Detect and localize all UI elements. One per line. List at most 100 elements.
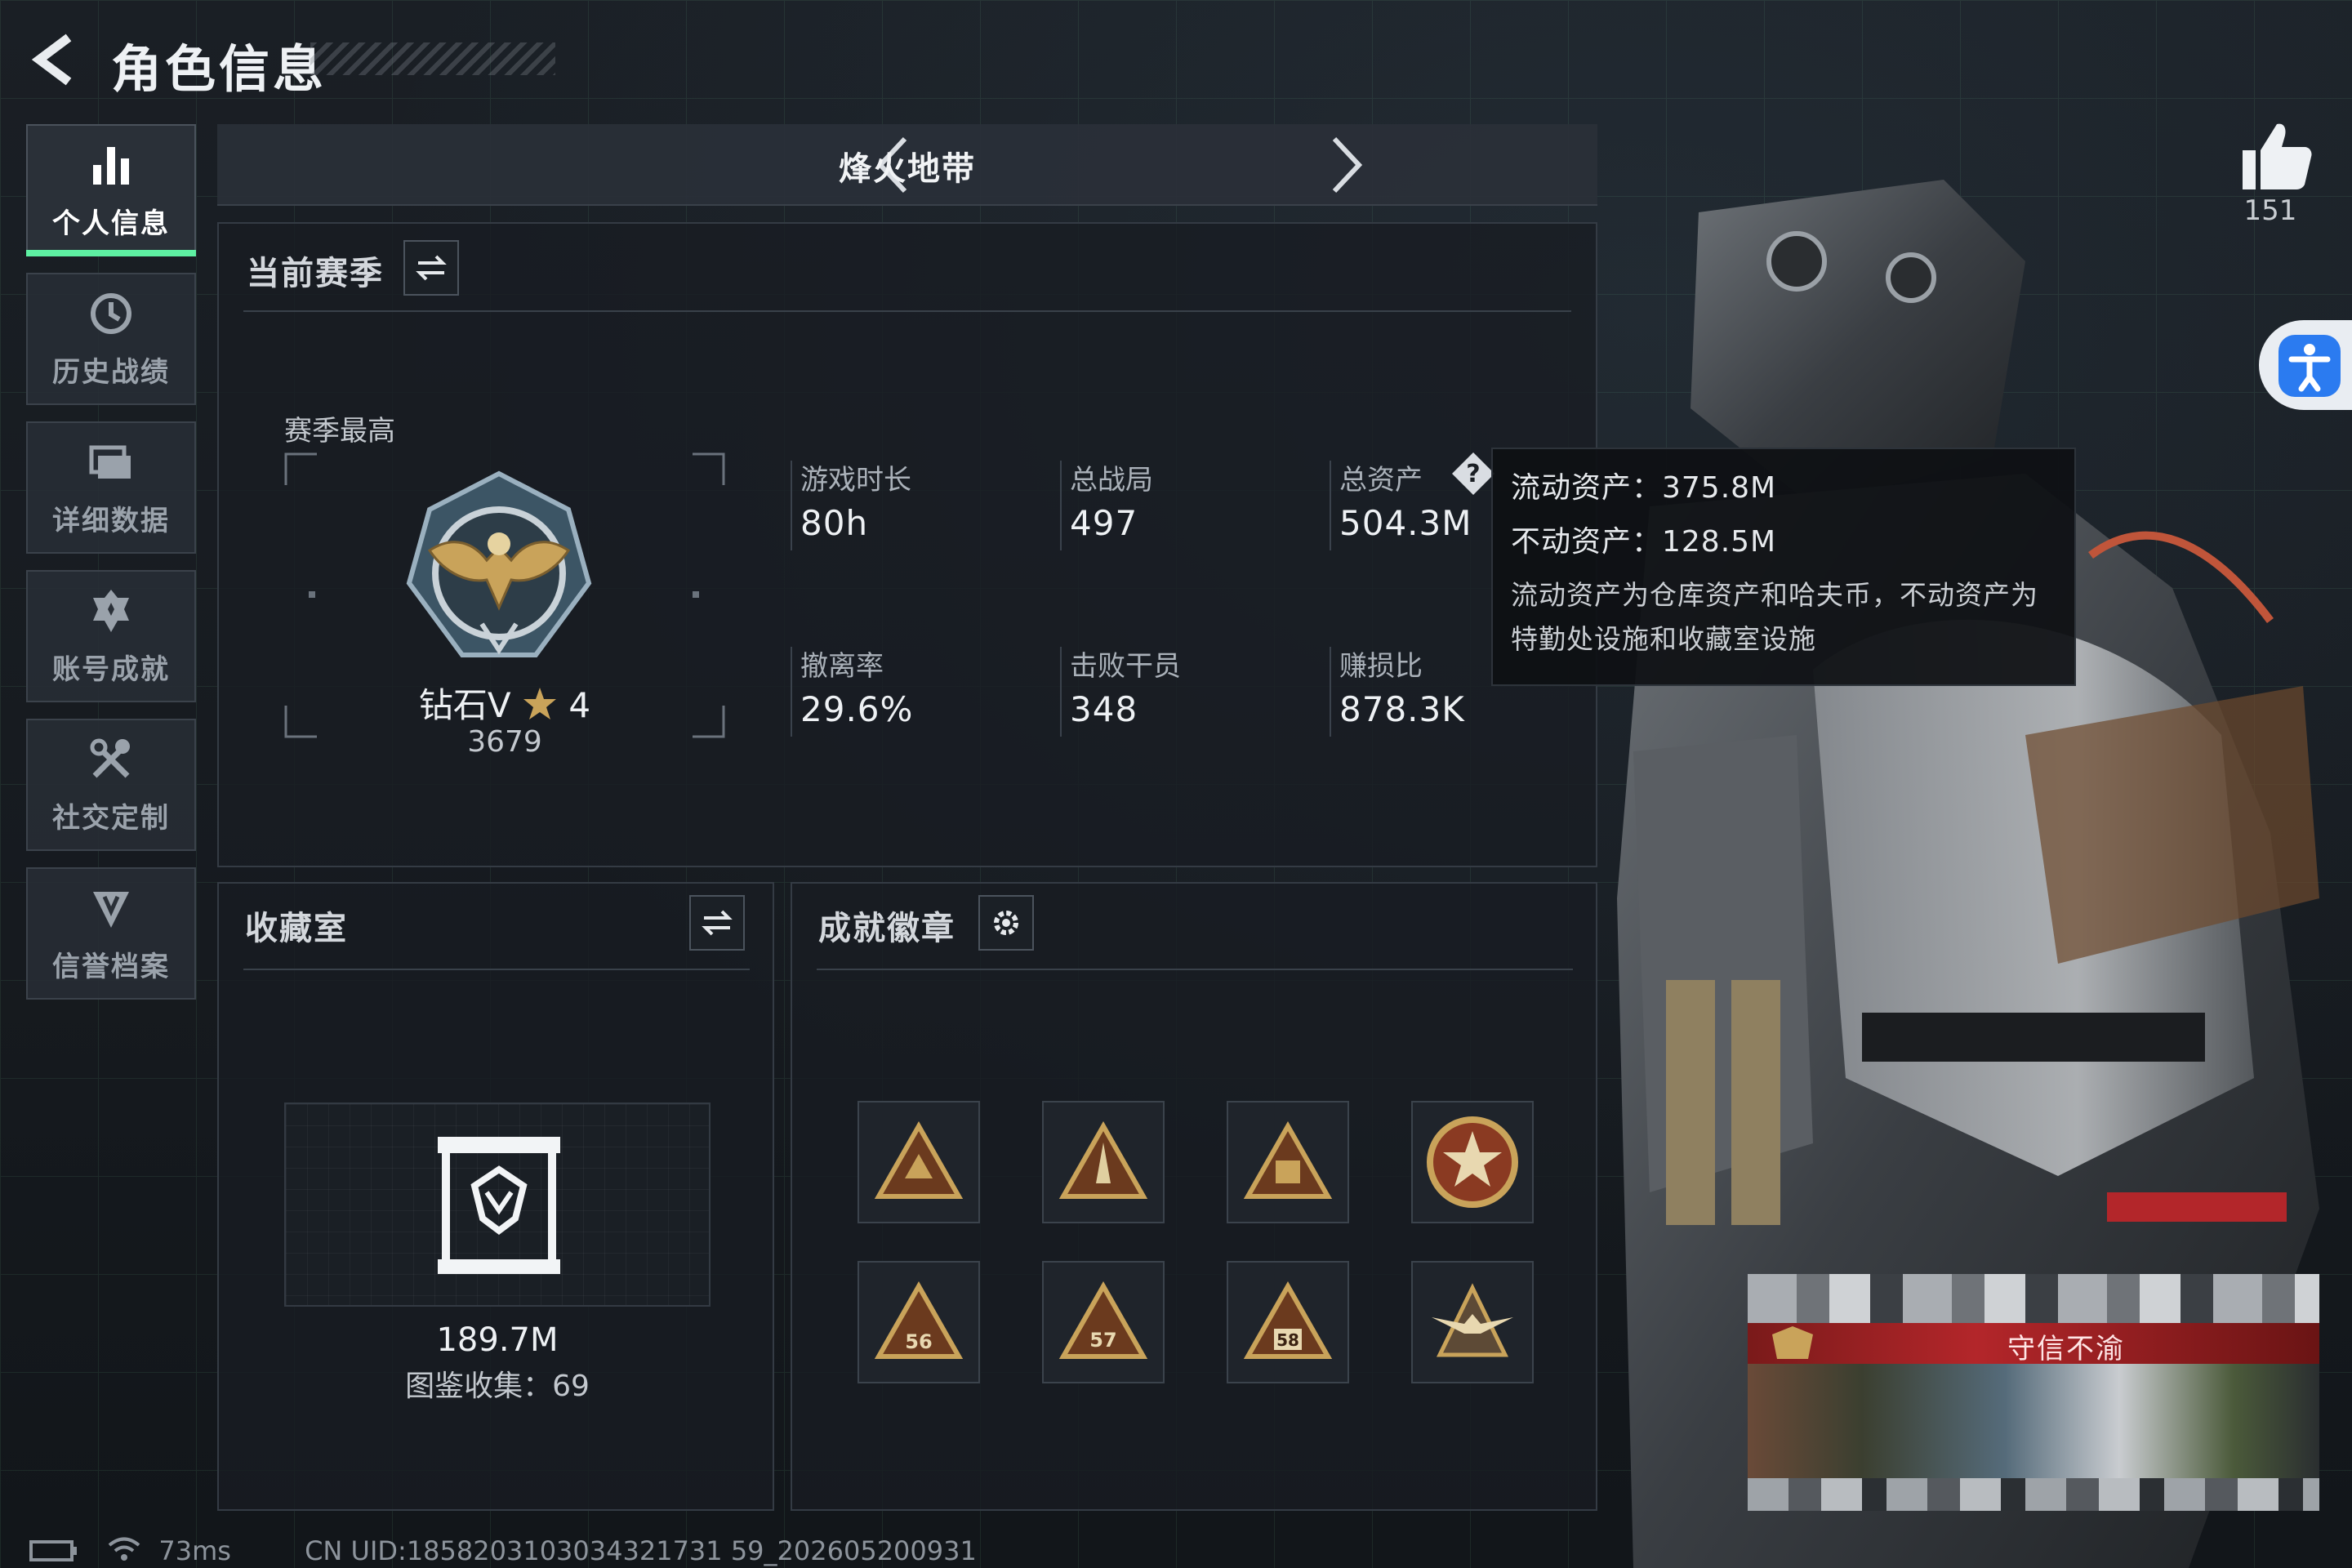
sidebar-item-credit-record[interactable]: 信誉档案 — [26, 867, 196, 1000]
tooltip-description: 流动资产为仓库资产和哈夫币，不动资产为特勤处设施和收藏室设施 — [1511, 579, 2038, 655]
rank-info: 钻石V 4 — [390, 678, 619, 728]
back-arrow-icon[interactable] — [28, 31, 85, 88]
ping: 73ms — [158, 1535, 231, 1566]
collection-count: 图鉴收集：69 — [405, 1370, 590, 1403]
svg-text:?: ? — [1466, 460, 1480, 488]
swap-icon — [702, 910, 733, 936]
stat-value-profit-ratio: 878.3K — [1339, 689, 1465, 729]
triangle-56-badge-icon: 56 — [874, 1281, 964, 1359]
sidebar-item-label: 社交定制 — [52, 801, 170, 835]
stat-label-profit-ratio: 赚损比 — [1339, 650, 1423, 683]
robot-badge-icon — [1243, 1121, 1333, 1199]
stat-value-playtime: 80h — [800, 503, 869, 543]
stat-divider — [1330, 647, 1331, 737]
stat-divider — [1330, 461, 1331, 550]
player-card[interactable]: 守信不渝 — [1748, 1274, 2319, 1519]
swap-collection-button[interactable] — [689, 895, 745, 951]
achievement-star-icon — [93, 589, 129, 632]
stat-label-extract-rate: 撤离率 — [800, 650, 884, 683]
badge-number: 57 — [1089, 1329, 1116, 1352]
wifi-icon — [108, 1537, 140, 1561]
rocket-badge-icon — [1058, 1121, 1148, 1199]
stat-value-extract-rate: 29.6% — [800, 689, 914, 729]
collection-value: 189.7M — [436, 1321, 559, 1359]
sidebar: 个人信息 历史战绩 详细数据 账号成就 社交定制 信誉档案 — [26, 124, 196, 1016]
season-panel-title: 当前赛季 — [247, 255, 384, 292]
badge-number: 56 — [905, 1330, 932, 1353]
swap-icon — [416, 255, 447, 281]
star-medal-icon — [1427, 1116, 1518, 1208]
achievements-panel: 成就徽章 56 57 58 — [791, 882, 1597, 1511]
status-bar: 73ms CN UID:1858203103034321731 59_20260… — [29, 1535, 977, 1566]
title-decoration — [310, 42, 555, 75]
badge-number: 58 — [1276, 1330, 1299, 1350]
divider — [243, 969, 750, 970]
sidebar-item-achievements[interactable]: 账号成就 — [26, 570, 196, 702]
star-icon — [523, 688, 556, 719]
sidebar-item-label: 信誉档案 — [52, 950, 170, 983]
divider — [243, 310, 1571, 312]
tools-icon — [90, 738, 130, 777]
sidebar-item-social-custom[interactable]: 社交定制 — [26, 719, 196, 851]
sidebar-item-personal-info[interactable]: 个人信息 — [26, 124, 196, 256]
achievement-badge[interactable]: 57 — [1042, 1261, 1165, 1383]
stat-divider — [1060, 461, 1062, 550]
sidebar-item-label: 个人信息 — [52, 207, 170, 240]
accessibility-icon — [2278, 335, 2341, 397]
stat-value-total-matches: 497 — [1070, 503, 1138, 543]
rank-name: 钻石V — [418, 685, 511, 725]
stat-value-kills: 348 — [1070, 689, 1138, 729]
mode-title: 烽火地带 — [839, 150, 976, 188]
sidebar-item-history[interactable]: 历史战绩 — [26, 273, 196, 405]
assets-tooltip: 流动资产：375.8M 不动资产：128.5M 流动资产为仓库资产和哈夫币，不动… — [1491, 448, 2076, 686]
card-emblem-icon — [1772, 1326, 1813, 1359]
collection-preview[interactable] — [284, 1102, 710, 1307]
rank-emblem-icon — [406, 470, 592, 657]
battery-icon — [29, 1540, 77, 1561]
sidebar-item-label: 详细数据 — [52, 504, 170, 537]
shield-icon — [93, 891, 129, 928]
sidebar-item-label: 历史战绩 — [52, 355, 170, 389]
swap-season-button[interactable] — [403, 240, 459, 296]
folder-icon — [89, 445, 131, 479]
achievement-badge[interactable]: 58 — [1227, 1261, 1349, 1383]
achievement-badge[interactable] — [1042, 1101, 1165, 1223]
stat-value-total-assets: 504.3M — [1339, 503, 1472, 543]
gear-icon — [994, 911, 1018, 935]
triangle-badge-icon — [874, 1121, 964, 1199]
card-illustration — [1748, 1364, 2319, 1478]
stat-label-kills: 击败干员 — [1070, 650, 1181, 683]
collection-panel: 收藏室 189.7M 图鉴收集：69 — [217, 882, 774, 1511]
divider — [817, 969, 1573, 970]
history-clock-icon — [91, 292, 131, 334]
triangle-57-badge-icon: 57 — [1058, 1281, 1148, 1359]
chevron-right-icon[interactable] — [1312, 131, 1377, 199]
thumbs-up-icon[interactable] — [2234, 114, 2316, 196]
help-icon[interactable]: ? — [1450, 451, 1496, 497]
achievement-badge[interactable] — [1411, 1101, 1534, 1223]
card-name: 守信不渝 — [2007, 1333, 2125, 1365]
stat-label-total-assets: 总资产 — [1339, 464, 1423, 497]
stat-label-playtime: 游戏时长 — [800, 464, 911, 497]
mode-selector: 烽火地带 — [217, 124, 1597, 206]
stat-divider — [791, 647, 792, 737]
accessibility-button[interactable] — [2259, 320, 2352, 410]
achievement-badge[interactable]: 56 — [858, 1261, 980, 1383]
achievement-badge[interactable] — [858, 1101, 980, 1223]
like-count: 151 — [2243, 194, 2297, 227]
achievements-settings-button[interactable] — [978, 895, 1034, 951]
achievement-badge[interactable] — [1411, 1261, 1534, 1383]
display-case-icon — [438, 1137, 560, 1274]
stat-divider — [791, 461, 792, 550]
card-footer-blur — [1748, 1478, 2319, 1511]
collection-title: 收藏室 — [245, 910, 348, 947]
winged-badge-icon — [1432, 1283, 1513, 1357]
rank-stars: 4 — [568, 685, 591, 725]
triangle-58-badge-icon: 58 — [1243, 1281, 1333, 1359]
season-best-label: 赛季最高 — [284, 415, 395, 448]
user-uid: CN UID:1858203103034321731 59_2026052009… — [305, 1535, 977, 1566]
card-header-blur — [1748, 1274, 2319, 1323]
achievement-badge[interactable] — [1227, 1101, 1349, 1223]
sidebar-item-detail-data[interactable]: 详细数据 — [26, 421, 196, 554]
stat-label-total-matches: 总战局 — [1070, 464, 1153, 497]
